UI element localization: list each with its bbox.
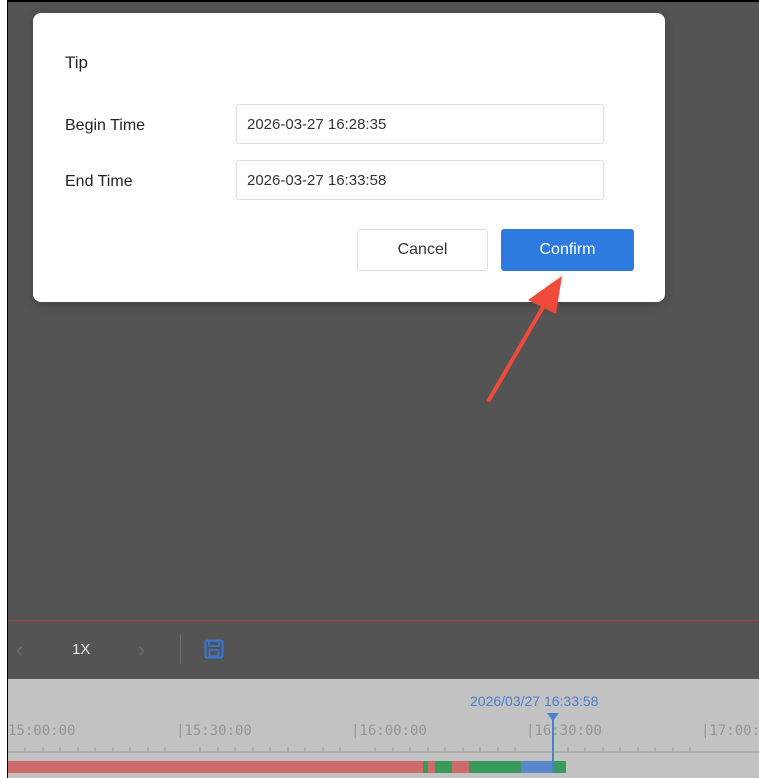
tick-label: 15:00:00 xyxy=(8,723,76,739)
recording-segment[interactable] xyxy=(452,761,469,773)
tip-dialog: Tip Begin Time End Time Cancel Confirm xyxy=(33,13,665,302)
end-time-label: End Time xyxy=(65,173,133,190)
chevron-right-icon[interactable]: › xyxy=(138,637,145,663)
begin-time-input[interactable] xyxy=(236,104,604,144)
recording-segment[interactable] xyxy=(554,761,566,773)
recording-segment[interactable] xyxy=(435,761,452,773)
selected-segment[interactable] xyxy=(521,761,554,773)
annotation-arrow xyxy=(487,276,562,402)
playhead-line[interactable] xyxy=(552,717,554,773)
tick-label: |17:00: xyxy=(701,723,759,739)
playback-speed[interactable]: 1X xyxy=(72,641,90,658)
save-icon[interactable] xyxy=(204,639,224,659)
begin-time-label: Begin Time xyxy=(65,117,146,134)
timeline-ruler xyxy=(8,747,759,753)
confirm-button[interactable]: Confirm xyxy=(501,229,634,271)
controls-divider xyxy=(180,634,181,664)
dialog-title: Tip xyxy=(65,53,88,72)
recording-segment[interactable] xyxy=(469,761,521,773)
timeline[interactable]: 2026/03/27 16:33:58 15:00:00 |15:30:00 |… xyxy=(8,679,759,778)
playback-controls: ‹ 1X › xyxy=(8,621,759,679)
current-time-label: 2026/03/27 16:33:58 xyxy=(470,693,599,709)
tick-label: |15:30:00 xyxy=(176,723,252,739)
tick-label: |16:00:00 xyxy=(351,723,427,739)
recording-segment[interactable] xyxy=(428,761,435,773)
tick-label: |16:30:00 xyxy=(526,723,602,739)
end-time-input[interactable] xyxy=(236,160,604,200)
chevron-left-icon[interactable]: ‹ xyxy=(16,637,23,663)
recording-segment[interactable] xyxy=(8,761,423,773)
cancel-button[interactable]: Cancel xyxy=(357,229,488,271)
